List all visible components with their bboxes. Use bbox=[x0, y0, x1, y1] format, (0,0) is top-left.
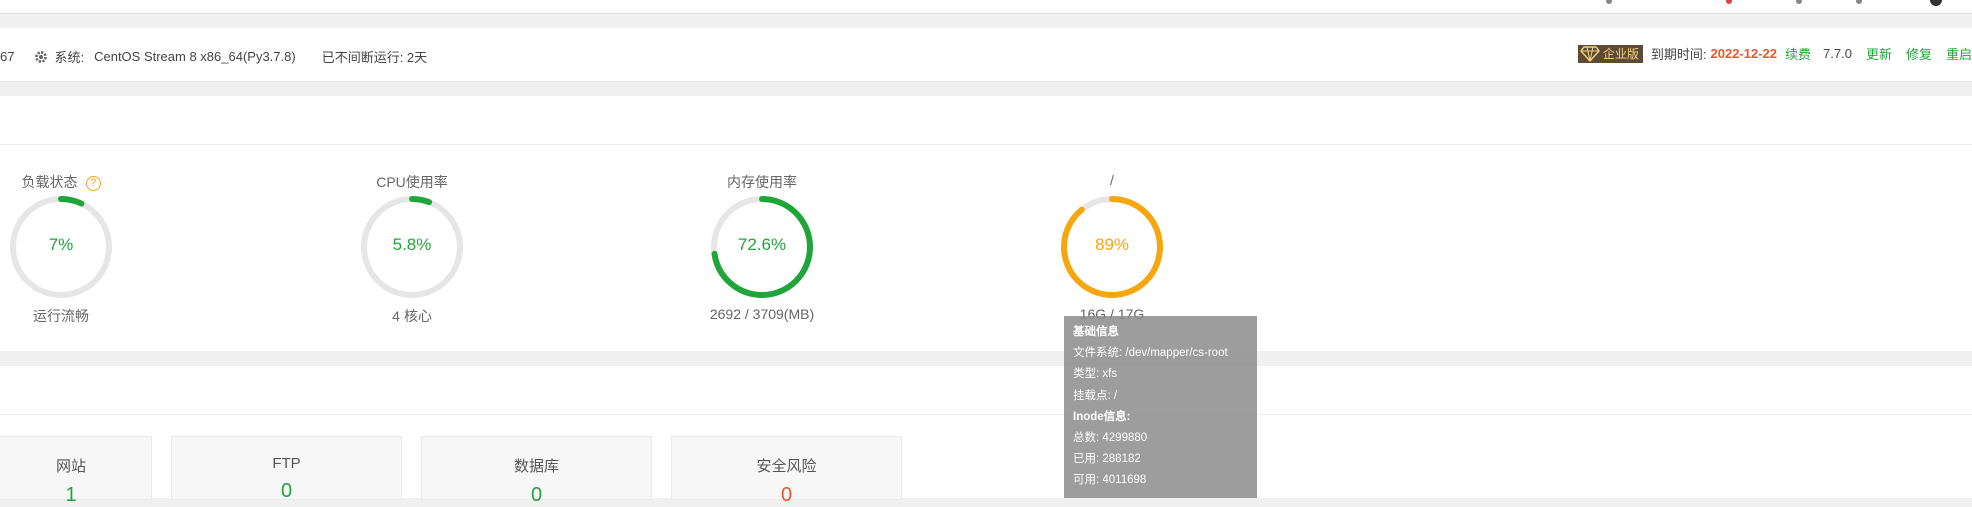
status-panel: 负载状态? 7% 运行流畅 CPU使用率 5.8% 4 核心 内存使用率 72.… bbox=[0, 96, 1972, 351]
tooltip-base-info: 基础信息 bbox=[1073, 326, 1119, 338]
card-label: 安全风险 bbox=[756, 458, 817, 475]
expire-label: 到期时间: bbox=[1650, 47, 1707, 62]
gauge-title: 内存使用率 bbox=[727, 174, 797, 190]
renew-link[interactable]: 续费 bbox=[1785, 44, 1811, 63]
card-label: 数据库 bbox=[513, 458, 559, 475]
help-icon[interactable]: ? bbox=[85, 176, 101, 191]
tooltip-filesystem: 文件系统: /dev/mapper/cs-root bbox=[1073, 347, 1228, 360]
gauge-title: / bbox=[1110, 172, 1114, 188]
browser-top-strip bbox=[0, 0, 1972, 14]
status-panel-header bbox=[0, 96, 1972, 145]
gauge-subtext: 2692 / 3709(MB) bbox=[709, 306, 815, 322]
card-value[interactable]: 1 bbox=[0, 484, 151, 507]
tooltip-total: 总数: 4299880 bbox=[1073, 432, 1148, 445]
tooltip-inode-info: Inode信息: bbox=[1073, 410, 1131, 423]
toolbar-icon[interactable] bbox=[1856, 0, 1862, 4]
system-info-bar: 67 系统: CentOS Stream 8 x86_64(Py3.7.8) 已… bbox=[0, 28, 1972, 82]
diamond-icon bbox=[1579, 45, 1600, 62]
gauge-value: 89% bbox=[1094, 235, 1130, 254]
tooltip-free: 可用: 4011698 bbox=[1073, 474, 1147, 487]
system-label: 系统: bbox=[54, 50, 85, 65]
gauge-value: 5.8% bbox=[392, 235, 432, 254]
gauge-title: 负载状态 bbox=[21, 174, 78, 190]
overview-panel: 网站 1 FTP 0 数据库 0 安全风险 0 bbox=[0, 366, 1972, 506]
repair-link[interactable]: 修复 bbox=[1906, 44, 1932, 63]
tooltip-mount: 挂载点: / bbox=[1073, 389, 1118, 402]
edition-label: 企业版 bbox=[1602, 47, 1639, 61]
update-link[interactable]: 更新 bbox=[1866, 44, 1892, 63]
tooltip-used: 已用: 288182 bbox=[1073, 453, 1141, 466]
gauge-value: 72.6% bbox=[737, 235, 787, 254]
system-value: CentOS Stream 8 x86_64(Py3.7.8) bbox=[94, 49, 296, 64]
card-label: FTP bbox=[272, 455, 301, 472]
restart-link[interactable]: 重启 bbox=[1946, 44, 1972, 63]
uptime: 已不间断运行: 2天 bbox=[321, 50, 428, 65]
enterprise-badge[interactable]: 企业版 bbox=[1577, 44, 1643, 63]
card-label: 网站 bbox=[55, 458, 86, 475]
gauge-subtext: 4 核心 bbox=[392, 308, 432, 324]
card-value[interactable]: 0 bbox=[172, 480, 401, 503]
card-database[interactable]: 数据库 0 bbox=[421, 436, 652, 506]
gauge-value: 7% bbox=[48, 235, 74, 254]
toolbar-icon[interactable] bbox=[1726, 0, 1732, 4]
card-value[interactable]: 0 bbox=[422, 484, 651, 507]
card-value[interactable]: 0 bbox=[672, 484, 901, 507]
version: 7.7.0 bbox=[1823, 46, 1852, 61]
tooltip-type: 类型: xfs bbox=[1073, 368, 1118, 381]
expire-date: 2022-12-22 bbox=[1710, 46, 1778, 61]
toolbar-icon[interactable] bbox=[1796, 0, 1802, 4]
gauge-title: CPU使用率 bbox=[376, 174, 448, 190]
hostname-fragment: 67 bbox=[0, 49, 15, 64]
card-website[interactable]: 网站 1 bbox=[0, 436, 152, 506]
gauge-subtext: 运行流畅 bbox=[33, 308, 89, 324]
card-security-risk[interactable]: 安全风险 0 bbox=[671, 436, 902, 506]
avatar[interactable] bbox=[1930, 0, 1942, 6]
overview-panel-header bbox=[0, 366, 1972, 415]
disk-info-tooltip: 基础信息 文件系统: /dev/mapper/cs-root 类型: xfs 挂… bbox=[1064, 316, 1257, 498]
card-ftp[interactable]: FTP 0 bbox=[171, 436, 402, 503]
gear-icon bbox=[34, 50, 48, 64]
toolbar-icon[interactable] bbox=[1606, 0, 1612, 4]
